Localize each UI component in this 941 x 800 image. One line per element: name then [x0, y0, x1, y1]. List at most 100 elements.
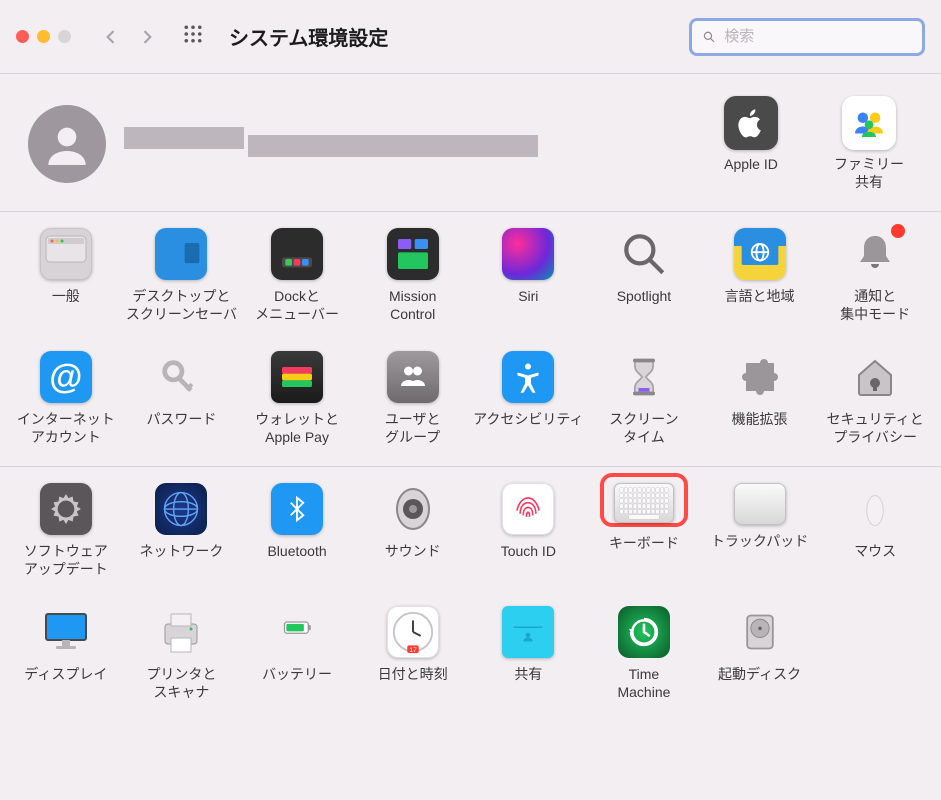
window-controls — [16, 30, 71, 43]
pref-label-internet: インターネット アカウント — [17, 411, 115, 446]
pref-label-keyboard: キーボード — [609, 535, 679, 553]
pref-label-spotlight: Spotlight — [617, 288, 671, 306]
pref-label-sharing: 共有 — [514, 666, 542, 684]
pref-internet[interactable]: @ インターネット アカウント — [8, 351, 124, 446]
printer-icon — [155, 606, 207, 658]
pref-sound[interactable]: サウンド — [355, 483, 471, 578]
pref-trackpad[interactable]: トラックパッド — [702, 483, 818, 578]
pref-accessibility[interactable]: アクセシビリティ — [471, 351, 587, 446]
spotlight-icon — [618, 228, 670, 280]
bell-icon — [849, 228, 901, 280]
family-icon — [842, 96, 896, 150]
mission-control-icon — [387, 228, 439, 280]
pref-label-passwords: パスワード — [146, 411, 216, 429]
account-header: Apple ID ファミリー 共有 — [0, 74, 941, 211]
pref-sharing[interactable]: 共有 — [471, 606, 587, 701]
pref-label-display: ディスプレイ — [24, 666, 107, 684]
account-name-area — [124, 127, 707, 160]
clock-icon: 17 — [387, 606, 439, 658]
pref-display[interactable]: ディスプレイ — [8, 606, 124, 701]
pref-label-screentime: スクリーン タイム — [609, 411, 678, 446]
pref-startup[interactable]: 起動ディスク — [702, 606, 818, 701]
show-all-button[interactable] — [179, 25, 207, 48]
pref-keyboard[interactable]: キーボード — [586, 483, 702, 578]
pref-desktop[interactable]: デスクトップと スクリーンセーバ — [124, 228, 240, 323]
family-sharing-button[interactable]: ファミリー 共有 — [825, 96, 913, 191]
pref-datetime[interactable]: 17 日付と時刻 — [355, 606, 471, 701]
pref-label-general: 一般 — [52, 288, 80, 306]
pref-timemachine[interactable]: Time Machine — [586, 606, 702, 701]
hourglass-icon — [618, 351, 670, 403]
siri-icon — [502, 228, 554, 280]
pref-label-trackpad: トラックパッド — [711, 533, 808, 551]
bluetooth-icon — [271, 483, 323, 535]
pref-screentime[interactable]: スクリーン タイム — [586, 351, 702, 446]
window-title: システム環境設定 — [229, 22, 388, 51]
pref-spotlight[interactable]: Spotlight — [586, 228, 702, 323]
family-label: ファミリー 共有 — [834, 156, 904, 191]
battery-icon — [271, 606, 323, 658]
pref-wallet[interactable]: ウォレットと Apple Pay — [239, 351, 355, 446]
pref-label-security: セキュリティと プライバシー — [827, 411, 924, 446]
pref-general[interactable]: 一般 — [8, 228, 124, 323]
gear-icon — [40, 483, 92, 535]
pref-label-mouse: マウス — [854, 543, 896, 561]
pref-label-datetime: 日付と時刻 — [378, 666, 448, 684]
pref-users[interactable]: ユーザと グループ — [355, 351, 471, 446]
pref-label-extensions: 機能拡張 — [732, 411, 788, 429]
speaker-icon — [387, 483, 439, 535]
users-icon — [387, 351, 439, 403]
user-avatar[interactable] — [28, 105, 106, 183]
pref-label-battery: バッテリー — [262, 666, 332, 684]
minimize-window-button[interactable] — [37, 30, 50, 43]
house-lock-icon — [849, 351, 901, 403]
disk-icon — [734, 606, 786, 658]
pref-label-startup: 起動ディスク — [718, 666, 801, 684]
key-icon — [155, 351, 207, 403]
pref-printers[interactable]: プリンタと スキャナ — [124, 606, 240, 701]
back-button[interactable] — [97, 23, 125, 51]
display-icon — [40, 606, 92, 658]
pref-bluetooth[interactable]: Bluetooth — [239, 483, 355, 578]
apple-id-button[interactable]: Apple ID — [707, 96, 795, 191]
pref-language[interactable]: 言語と地域 — [702, 228, 818, 323]
prefs-section-1: 一般 デスクトップと スクリーンセーバ Dockと メニューバー Mission Co… — [0, 211, 941, 466]
dock-icon — [271, 228, 323, 280]
pref-security[interactable]: セキュリティと プライバシー — [817, 351, 933, 446]
pref-notifications[interactable]: 通知と 集中モード — [817, 228, 933, 323]
zoom-window-button — [58, 30, 71, 43]
pref-label-bluetooth: Bluetooth — [267, 543, 326, 561]
pref-mission[interactable]: Mission Control — [355, 228, 471, 323]
pref-dock[interactable]: Dockと メニューバー — [239, 228, 355, 323]
pref-update[interactable]: ソフトウェア アップデート — [8, 483, 124, 578]
pref-battery[interactable]: バッテリー — [239, 606, 355, 701]
keyboard-icon — [614, 483, 674, 523]
puzzle-icon — [734, 351, 786, 403]
pref-passwords[interactable]: パスワード — [124, 351, 240, 446]
user-email-redacted — [248, 135, 538, 157]
pref-label-timemachine: Time Machine — [617, 666, 670, 701]
accessibility-icon — [502, 351, 554, 403]
fingerprint-icon — [502, 483, 554, 535]
pref-extensions[interactable]: 機能拡張 — [702, 351, 818, 446]
toolbar: システム環境設定 — [0, 0, 941, 74]
language-icon — [734, 228, 786, 280]
search-input[interactable] — [724, 28, 912, 45]
trackpad-icon — [734, 483, 786, 525]
forward-button — [133, 23, 161, 51]
pref-label-sound: サウンド — [385, 543, 441, 561]
at-icon: @ — [40, 351, 92, 403]
pref-label-dock: Dockと メニューバー — [255, 288, 339, 323]
search-field[interactable] — [689, 18, 925, 56]
pref-label-mission: Mission Control — [389, 288, 436, 323]
svg-text:17: 17 — [409, 647, 417, 654]
pref-mouse[interactable]: マウス — [817, 483, 933, 578]
pref-label-users: ユーザと グループ — [385, 411, 441, 446]
pref-label-language: 言語と地域 — [725, 288, 795, 306]
pref-network[interactable]: ネットワーク — [124, 483, 240, 578]
close-window-button[interactable] — [16, 30, 29, 43]
desktop-icon — [155, 228, 207, 280]
pref-touchid[interactable]: Touch ID — [471, 483, 587, 578]
user-name-redacted — [124, 127, 244, 149]
pref-siri[interactable]: Siri — [471, 228, 587, 323]
